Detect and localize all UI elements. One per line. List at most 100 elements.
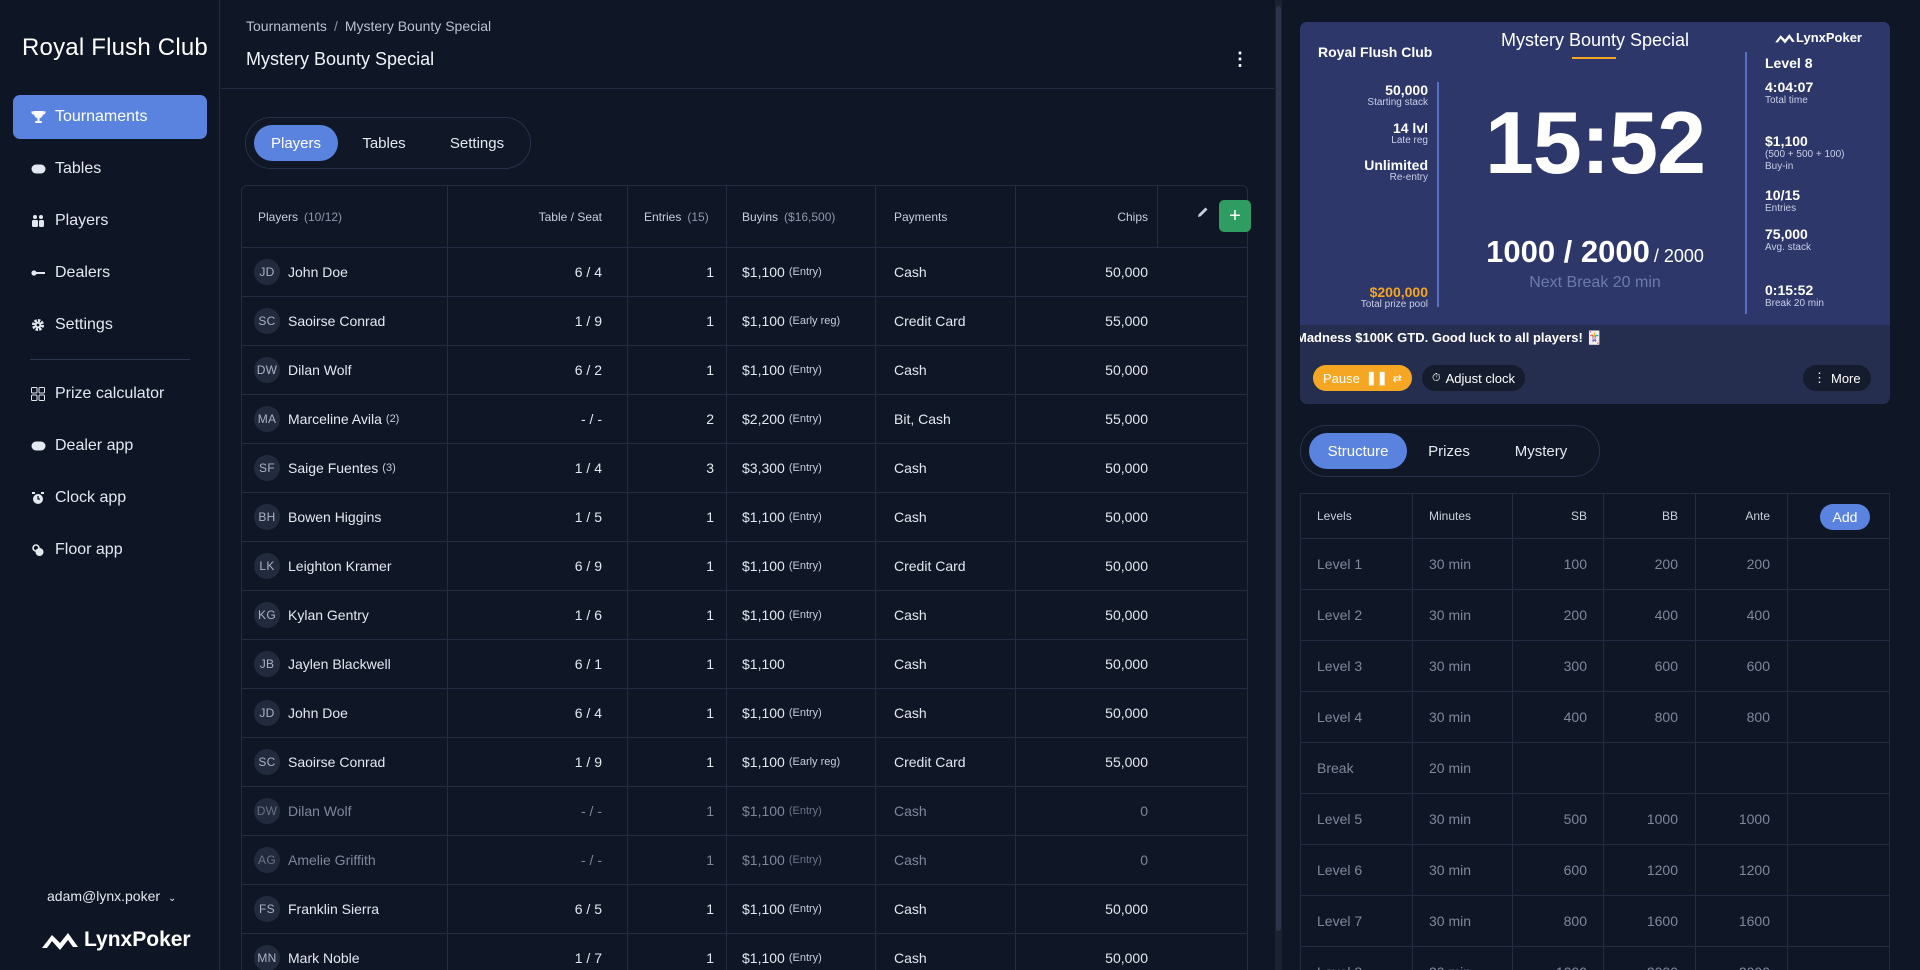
sidebar-item-players[interactable]: Players: [13, 199, 207, 243]
entries-count: 3: [706, 460, 714, 476]
player-name[interactable]: Leighton Kramer: [288, 558, 392, 574]
sidebar-item-tables[interactable]: Tables: [13, 147, 207, 191]
table-seat: 1 / 7: [574, 950, 602, 966]
header-buyins[interactable]: Buyins ($16,500): [742, 186, 835, 247]
structure-row[interactable]: Level 5 30 min 500 1000 1000: [1301, 794, 1889, 845]
player-name[interactable]: Kylan Gentry: [288, 607, 369, 623]
sidebar-item-dealer-app[interactable]: Dealer app: [13, 424, 207, 468]
player-cell: SC Saoirse Conrad: [254, 297, 389, 345]
table-row[interactable]: BH Bowen Higgins 1 / 5 1 $1,100 (Entry) Cash 50…: [242, 493, 1247, 542]
sidebar-item-prize-calculator[interactable]: Prize calculator: [13, 372, 207, 416]
structure-row[interactable]: Level 1 30 min 100 200 200: [1301, 539, 1889, 590]
table-row[interactable]: DW Dilan Wolf 6 / 2 1 $1,100 (Entry) Cash 50,00…: [242, 346, 1247, 395]
structure-row[interactable]: Level 8 30 min 1000 2000 2000: [1301, 947, 1889, 970]
header-payments[interactable]: Payments: [894, 186, 947, 247]
header-table-seat[interactable]: Table / Seat: [447, 186, 602, 247]
player-name[interactable]: Amelie Griffith: [288, 852, 376, 868]
tab-mystery[interactable]: Mystery: [1491, 433, 1591, 469]
player-name[interactable]: Saoirse Conrad: [288, 313, 385, 329]
lynx-logo-icon: [1775, 33, 1795, 43]
structure-row[interactable]: Level 2 30 min 200 400 400: [1301, 590, 1889, 641]
clock-club-name: Royal Flush Club: [1318, 44, 1433, 60]
buyin-cell: $1,100 (Entry): [742, 346, 822, 394]
more-button[interactable]: ⋮ More: [1803, 365, 1871, 391]
table-row[interactable]: JB Jaylen Blackwell 6 / 1 1 $1,100 Cash 50,000: [242, 640, 1247, 689]
sidebar-item-dealers[interactable]: Dealers: [13, 251, 207, 295]
structure-row[interactable]: Level 6 30 min 600 1200 1200: [1301, 845, 1889, 896]
player-name[interactable]: Bowen Higgins: [288, 509, 381, 525]
payment-method: Credit Card: [894, 754, 966, 770]
tab-tables[interactable]: Tables: [342, 125, 426, 161]
structure-row[interactable]: Level 4 30 min 400 800 800: [1301, 692, 1889, 743]
level-sb: 1000: [1512, 947, 1587, 970]
player-name[interactable]: Dilan Wolf: [288, 803, 352, 819]
player-name[interactable]: Marceline Avila: [288, 411, 382, 427]
user-menu[interactable]: adam@lynx.poker ⌄: [47, 888, 176, 904]
sidebar-item-settings[interactable]: Settings: [13, 303, 207, 347]
table-row[interactable]: SC Saoirse Conrad 1 / 9 1 $1,100 (Early reg) C…: [242, 297, 1247, 346]
stat-late-reg: 14 lvl Late reg: [1391, 120, 1428, 146]
gear-icon: [29, 318, 47, 332]
floor-icon: [29, 543, 47, 557]
player-cell: MA Marceline Avila (2): [254, 395, 399, 443]
player-name[interactable]: Saige Fuentes: [288, 460, 378, 476]
tab-prizes[interactable]: Prizes: [1409, 433, 1489, 469]
buyin-type: (Entry): [788, 364, 822, 376]
table-row[interactable]: AG Amelie Griffith - / - 1 $1,100 (Entry) Cash…: [242, 836, 1247, 885]
sidebar-item-label: Tables: [55, 160, 102, 177]
sidebar-item-label: Clock app: [55, 489, 127, 506]
tab-players[interactable]: Players: [254, 125, 338, 161]
header-players[interactable]: Players (10/12): [258, 186, 342, 247]
adjust-clock-button[interactable]: ⏱ Adjust clock: [1422, 365, 1525, 391]
scrollbar-thumb[interactable]: [1276, 6, 1281, 931]
table-row[interactable]: SC Saoirse Conrad 1 / 9 1 $1,100 (Early reg) C…: [242, 738, 1247, 787]
payment-method: Cash: [894, 705, 927, 721]
structure-row[interactable]: Level 7 30 min 800 1600 1600: [1301, 896, 1889, 947]
add-level-button[interactable]: Add: [1820, 504, 1870, 530]
table-row[interactable]: FS Franklin Sierra 6 / 5 1 $1,100 (Entry) Cash…: [242, 885, 1247, 934]
table-seat: - / -: [581, 803, 602, 819]
table-row[interactable]: DW Dilan Wolf - / - 1 $1,100 (Entry) Cash 0: [242, 787, 1247, 836]
main-scrollbar[interactable]: [1275, 0, 1282, 970]
entries-count: 1: [706, 264, 714, 280]
player-name[interactable]: Jaylen Blackwell: [288, 656, 391, 672]
header-chips[interactable]: Chips: [1015, 186, 1148, 247]
clock-logo: LynxPoker: [1774, 30, 1862, 45]
breadcrumb: Tournaments / Mystery Bounty Special: [246, 18, 491, 34]
payment-method: Cash: [894, 656, 927, 672]
clock-title: Mystery Bounty Special: [1500, 30, 1690, 50]
breadcrumb-tournaments[interactable]: Tournaments: [246, 18, 327, 34]
structure-row[interactable]: Break 20 min: [1301, 743, 1889, 794]
buyin-cell: $1,100 (Entry): [742, 591, 822, 639]
tab-structure[interactable]: Structure: [1309, 433, 1407, 469]
player-name[interactable]: Franklin Sierra: [288, 901, 379, 917]
table-row[interactable]: JD John Doe 6 / 4 1 $1,100 (Entry) Cash 50,000: [242, 689, 1247, 738]
entries-count: 1: [706, 656, 714, 672]
player-name[interactable]: Saoirse Conrad: [288, 754, 385, 770]
player-name[interactable]: John Doe: [288, 264, 348, 280]
add-player-button[interactable]: +: [1219, 200, 1251, 232]
table-row[interactable]: SF Saige Fuentes (3) 1 / 4 3 $3,300 (Entry) Cas…: [242, 444, 1247, 493]
structure-row[interactable]: Level 3 30 min 300 600 600: [1301, 641, 1889, 692]
table-row[interactable]: LK Leighton Kramer 6 / 9 1 $1,100 (Entry) Cred…: [242, 542, 1247, 591]
table-seat: 1 / 4: [574, 460, 602, 476]
sidebar-item-clock-app[interactable]: Clock app: [13, 476, 207, 520]
edit-icon[interactable]: [1197, 206, 1209, 221]
pause-button[interactable]: Pause ❚❚ ⇄: [1313, 365, 1412, 391]
table-row[interactable]: MA Marceline Avila (2) - / - 2 $2,200 (Entry) B…: [242, 395, 1247, 444]
table-row[interactable]: KG Kylan Gentry 1 / 6 1 $1,100 (Entry) Cash 50,…: [242, 591, 1247, 640]
table-row[interactable]: JD John Doe 6 / 4 1 $1,100 (Entry) Cash 50,000: [242, 248, 1247, 297]
payment-method: Cash: [894, 264, 927, 280]
header-entries[interactable]: Entries (15): [644, 186, 709, 247]
table-row[interactable]: MN Mark Noble 1 / 7 1 $1,100 (Entry) Cash 50,00…: [242, 934, 1247, 970]
player-name[interactable]: Dilan Wolf: [288, 362, 352, 378]
level-bb: 2000: [1603, 947, 1678, 970]
sidebar-item-tournaments[interactable]: Tournaments: [13, 95, 207, 139]
tab-settings[interactable]: Settings: [430, 125, 524, 161]
more-options-icon[interactable]: ⋮: [1231, 50, 1249, 68]
sidebar-item-floor-app[interactable]: Floor app: [13, 528, 207, 572]
buyin-amount: $1,100: [742, 607, 785, 623]
player-name[interactable]: Mark Noble: [288, 950, 360, 966]
player-name[interactable]: John Doe: [288, 705, 348, 721]
chip-count: 55,000: [1105, 754, 1148, 770]
